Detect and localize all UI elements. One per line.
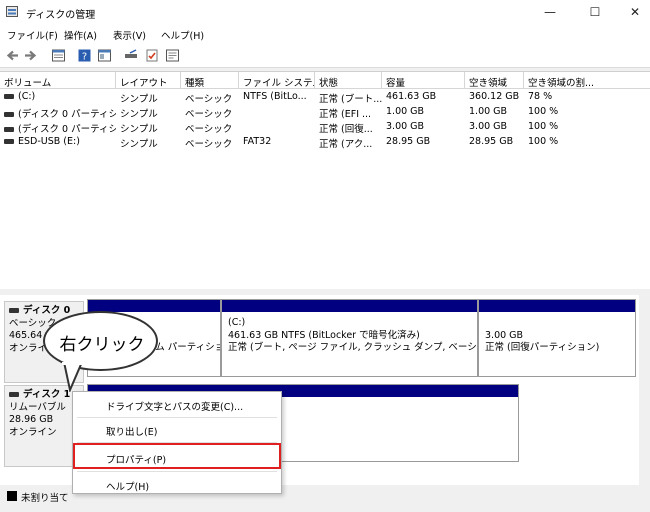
partition-label xyxy=(485,317,629,330)
partition-detail: 461.63 GB NTFS (BitLocker で暗号化済み) xyxy=(228,329,420,341)
volume-list: ボリューム レイアウト 種類 ファイル システム 状態 容量 空き領域 空き領域… xyxy=(0,71,650,289)
capacity-cell: 461.63 GB xyxy=(386,91,437,102)
forward-icon[interactable] xyxy=(23,48,38,63)
settings-icon[interactable] xyxy=(165,48,180,63)
type-cell: ベーシック xyxy=(185,94,233,105)
status-cell: 正常 (アク... xyxy=(319,139,373,150)
partition-status: 正常 (ブート, ページ ファイル, クラッシュ ダンプ, ベーシック デー xyxy=(228,342,477,353)
free-percent-cell: 78 % xyxy=(528,91,553,102)
partition-bar xyxy=(222,300,477,312)
status-cell: 正常 (回復... xyxy=(319,124,373,135)
filesystem-cell: NTFS (BitLo... xyxy=(243,91,307,102)
layout-cell: シンプル xyxy=(120,124,158,135)
type-cell: ベーシック xyxy=(185,124,233,135)
layout-cell: シンプル xyxy=(120,139,158,150)
column-header-volume[interactable]: ボリューム xyxy=(0,72,116,89)
capacity-cell: 1.00 GB xyxy=(386,106,425,117)
volume-name: (ディスク 0 パーティシ... xyxy=(18,109,116,120)
column-header-filesystem[interactable]: ファイル システム xyxy=(239,72,315,89)
disk-icon xyxy=(9,392,19,397)
layout-cell: シンプル xyxy=(120,109,158,120)
disk-management-icon xyxy=(6,6,18,17)
filesystem-cell xyxy=(239,106,315,121)
partition-detail: 3.00 GB xyxy=(485,329,524,341)
drive-icon xyxy=(4,112,14,117)
menu-item-eject[interactable]: 取り出し(E) xyxy=(73,419,283,441)
free-space-cell: 360.12 GB xyxy=(469,91,520,102)
column-header-capacity[interactable]: 容量 xyxy=(382,72,465,89)
callout-tail xyxy=(62,362,86,392)
unallocated-legend-swatch xyxy=(7,491,17,501)
status-cell: 正常 (ブート... xyxy=(319,94,382,105)
free-percent-cell: 100 % xyxy=(528,106,559,117)
title-bar: ディスクの管理 — ☐ ✕ xyxy=(0,0,650,24)
column-header-free-space[interactable]: 空き領域 xyxy=(465,72,524,89)
layout-cell: シンプル xyxy=(120,94,158,105)
maximize-button[interactable]: ☐ xyxy=(580,3,610,21)
drive-icon xyxy=(4,127,14,132)
disk-type: リムーバブル xyxy=(9,401,66,413)
list-view-icon[interactable] xyxy=(51,48,66,63)
status-cell: 正常 (EFI ... xyxy=(319,109,372,120)
close-button[interactable]: ✕ xyxy=(620,3,650,21)
minimize-button[interactable]: — xyxy=(535,3,565,21)
menu-help[interactable]: ヘルプ(H) xyxy=(161,28,204,42)
help-icon[interactable]: ? xyxy=(77,48,92,63)
partition-status: 正常 (回復パーティション) xyxy=(485,342,600,353)
drive-icon xyxy=(4,139,14,144)
free-space-cell: 28.95 GB xyxy=(469,136,514,147)
menu-action[interactable]: 操作(A) xyxy=(64,28,97,42)
menu-separator xyxy=(77,417,277,418)
partition-label: (C:) xyxy=(228,317,246,328)
capacity-cell: 3.00 GB xyxy=(386,121,425,132)
partition-recovery[interactable]: 3.00 GB 正常 (回復パーティション) xyxy=(478,299,636,377)
column-header-free-percent[interactable]: 空き領域の割... xyxy=(524,72,650,89)
filesystem-cell xyxy=(239,121,315,136)
free-space-cell: 1.00 GB xyxy=(469,106,508,117)
free-percent-cell: 100 % xyxy=(528,121,559,132)
menu-item-change-drive-letter[interactable]: ドライブ文字とパスの変更(C)... xyxy=(73,394,283,416)
partition-bar xyxy=(88,300,220,312)
disk-status: オンライン xyxy=(9,426,57,438)
type-cell: ベーシック xyxy=(185,109,233,120)
properties-icon[interactable] xyxy=(97,48,112,63)
drive-icon[interactable] xyxy=(124,48,139,63)
toolbar: ? xyxy=(0,43,650,68)
capacity-cell: 28.95 GB xyxy=(386,136,431,147)
vertical-scrollbar[interactable] xyxy=(639,295,650,485)
type-cell: ベーシック xyxy=(185,139,233,150)
disk-icon xyxy=(9,308,19,313)
partition-c[interactable]: (C:) 461.63 GB NTFS (BitLocker で暗号化済み) 正… xyxy=(221,299,478,377)
volume-name: (C:) xyxy=(18,91,36,102)
callout-text: 右クリック xyxy=(59,335,145,355)
drive-icon xyxy=(4,94,14,99)
partition-bar xyxy=(479,300,635,312)
free-space-cell: 3.00 GB xyxy=(469,121,508,132)
volume-name: ESD-USB (E:) xyxy=(18,136,80,147)
disk-name: ディスク 0 xyxy=(23,305,71,316)
back-icon[interactable] xyxy=(5,48,20,63)
check-icon[interactable] xyxy=(145,48,160,63)
menu-bar: ファイル(F) 操作(A) 表示(V) ヘルプ(H) xyxy=(0,24,650,43)
column-header-layout[interactable]: レイアウト xyxy=(116,72,181,89)
column-header-status[interactable]: 状態 xyxy=(315,72,382,89)
volume-name: (ディスク 0 パーティシ... xyxy=(18,124,116,135)
menu-item-help[interactable]: ヘルプ(H) xyxy=(73,474,283,496)
svg-text:?: ? xyxy=(82,52,87,63)
properties-highlight-box xyxy=(73,443,281,469)
disk-size: 28.96 GB xyxy=(9,414,54,425)
legend-unallocated: 未割り当て xyxy=(21,493,69,504)
filesystem-cell: FAT32 xyxy=(243,136,272,147)
menu-view[interactable]: 表示(V) xyxy=(113,28,146,42)
column-header-type[interactable]: 種類 xyxy=(181,72,239,89)
window-title: ディスクの管理 xyxy=(26,10,96,21)
menu-file[interactable]: ファイル(F) xyxy=(7,28,58,42)
free-percent-cell: 100 % xyxy=(528,136,559,147)
menu-separator xyxy=(77,471,277,472)
